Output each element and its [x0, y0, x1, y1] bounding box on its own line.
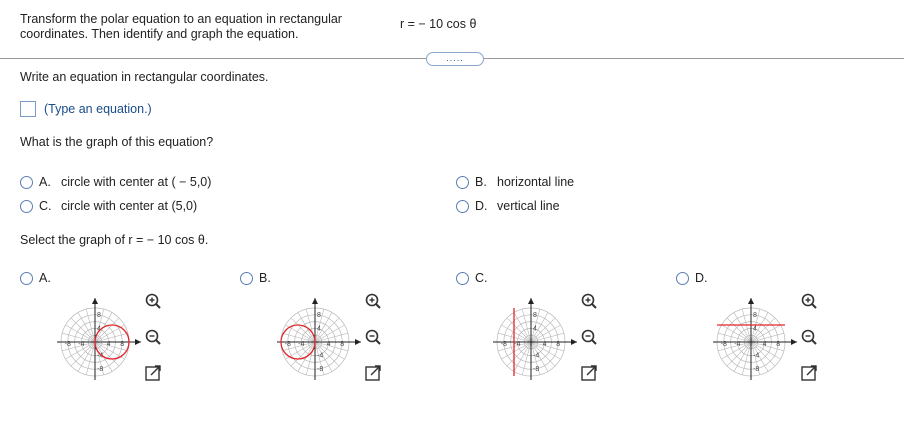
radio-option-c[interactable]: [20, 200, 33, 213]
polar-graph-d[interactable]: -8 -4 4 8 8 4 -4 -8: [696, 290, 806, 390]
graph-option-a[interactable]: A. -8 -4 4 8 8 4 -4 -8: [20, 270, 220, 390]
zoom-out-icon[interactable]: [364, 328, 382, 346]
graph-c-letter: C.: [475, 271, 488, 285]
x-axis-arrow: [355, 339, 361, 345]
x-axis-arrow: [135, 339, 141, 345]
x-tick-label: 4: [327, 341, 331, 348]
x-tick-label: -4: [514, 341, 520, 348]
radio-option-d[interactable]: [456, 200, 469, 213]
option-a-letter: A.: [39, 175, 51, 189]
x-tick-label: 8: [340, 341, 344, 348]
x-tick-label: 4: [107, 341, 111, 348]
y-tick-label: 4: [753, 325, 757, 332]
zoom-in-icon[interactable]: [580, 292, 598, 310]
y-axis-arrow: [528, 298, 534, 304]
radio-option-a[interactable]: [20, 176, 33, 189]
option-b-letter: B.: [475, 175, 487, 189]
x-tick-label: -4: [734, 341, 740, 348]
y-tick-label: -8: [97, 366, 103, 373]
expand-icon[interactable]: [580, 364, 598, 382]
prompt-line-1: Transform the polar equation to an equat…: [20, 12, 342, 26]
option-b-text: horizontal line: [497, 175, 575, 189]
y-tick-label: 4: [533, 325, 537, 332]
x-tick-label: 4: [543, 341, 547, 348]
graph-option-d[interactable]: D. -8 -4 4 8 8 4 -4 -8: [676, 270, 876, 390]
option-a-text: circle with center at ( − 5,0): [61, 175, 212, 189]
prompt-line-2: coordinates. Then identify and graph the…: [20, 27, 299, 41]
y-tick-label: 8: [753, 312, 757, 319]
expand-icon[interactable]: [144, 364, 162, 382]
x-tick-label: 4: [763, 341, 767, 348]
expand-icon[interactable]: [800, 364, 818, 382]
y-tick-label: 8: [533, 312, 537, 319]
option-c-letter: C.: [39, 199, 52, 213]
graph-a-letter: A.: [39, 271, 51, 285]
x-axis-arrow: [791, 339, 797, 345]
x-tick-label: -4: [298, 341, 304, 348]
equation-answer-box[interactable]: [20, 101, 36, 117]
x-tick-label: 8: [776, 341, 780, 348]
zoom-in-icon[interactable]: [144, 292, 162, 310]
y-tick-label: -8: [753, 366, 759, 373]
question-1-text: Write an equation in rectangular coordin…: [20, 70, 269, 84]
graph-radio-b[interactable]: [240, 272, 253, 285]
y-tick-label: -8: [533, 366, 539, 373]
x-tick-label: -4: [78, 341, 84, 348]
graph-radio-c[interactable]: [456, 272, 469, 285]
option-c-text: circle with center at (5,0): [61, 199, 198, 213]
radio-option-b[interactable]: [456, 176, 469, 189]
graph-radio-a[interactable]: [20, 272, 33, 285]
expand-icon[interactable]: [364, 364, 382, 382]
y-tick-label: -4: [753, 353, 759, 360]
zoom-out-icon[interactable]: [580, 328, 598, 346]
question-2-text: What is the graph of this equation?: [20, 135, 214, 149]
y-tick-label: 4: [317, 325, 321, 332]
option-d-letter: D.: [475, 199, 488, 213]
polar-graph-a[interactable]: -8 -4 4 884-4-8: [40, 290, 150, 390]
y-tick-label: 8: [97, 312, 101, 319]
answer-hint: (Type an equation.): [44, 102, 152, 116]
given-equation: r = − 10 cos θ: [400, 17, 477, 31]
y-tick-label: 8: [317, 312, 321, 319]
problem-prompt: Transform the polar equation to an equat…: [20, 12, 380, 42]
x-tick-label: 8: [556, 341, 560, 348]
x-axis-arrow: [571, 339, 577, 345]
y-axis-arrow: [748, 298, 754, 304]
graph-option-b[interactable]: B. -8 -4 4 8 8 4 -4 -8: [240, 270, 440, 390]
x-tick-label: -8: [721, 341, 727, 348]
y-tick-label: -8: [317, 366, 323, 373]
y-axis-arrow: [92, 298, 98, 304]
zoom-in-icon[interactable]: [800, 292, 818, 310]
y-axis-arrow: [312, 298, 318, 304]
graph-option-c[interactable]: C. -8 -4 4 8 8 4 -4 -8: [456, 270, 656, 390]
polar-graph-c[interactable]: -8 -4 4 8 8 4 -4 -8: [476, 290, 586, 390]
zoom-out-icon[interactable]: [144, 328, 162, 346]
x-tick-label: 8: [120, 341, 124, 348]
x-tick-label: -8: [285, 341, 291, 348]
zoom-in-icon[interactable]: [364, 292, 382, 310]
option-d-text: vertical line: [497, 199, 560, 213]
y-tick-label: -4: [317, 353, 323, 360]
x-tick-label: -8: [501, 341, 507, 348]
graph-radio-d[interactable]: [676, 272, 689, 285]
x-tick-label: -8: [65, 341, 71, 348]
show-more-button[interactable]: .....: [426, 52, 484, 66]
y-tick-label: -4: [533, 353, 539, 360]
zoom-out-icon[interactable]: [800, 328, 818, 346]
graph-d-letter: D.: [695, 271, 708, 285]
question-3-text: Select the graph of r = − 10 cos θ.: [20, 233, 209, 247]
polar-graph-b[interactable]: -8 -4 4 8 8 4 -4 -8: [260, 290, 370, 390]
graph-b-letter: B.: [259, 271, 271, 285]
